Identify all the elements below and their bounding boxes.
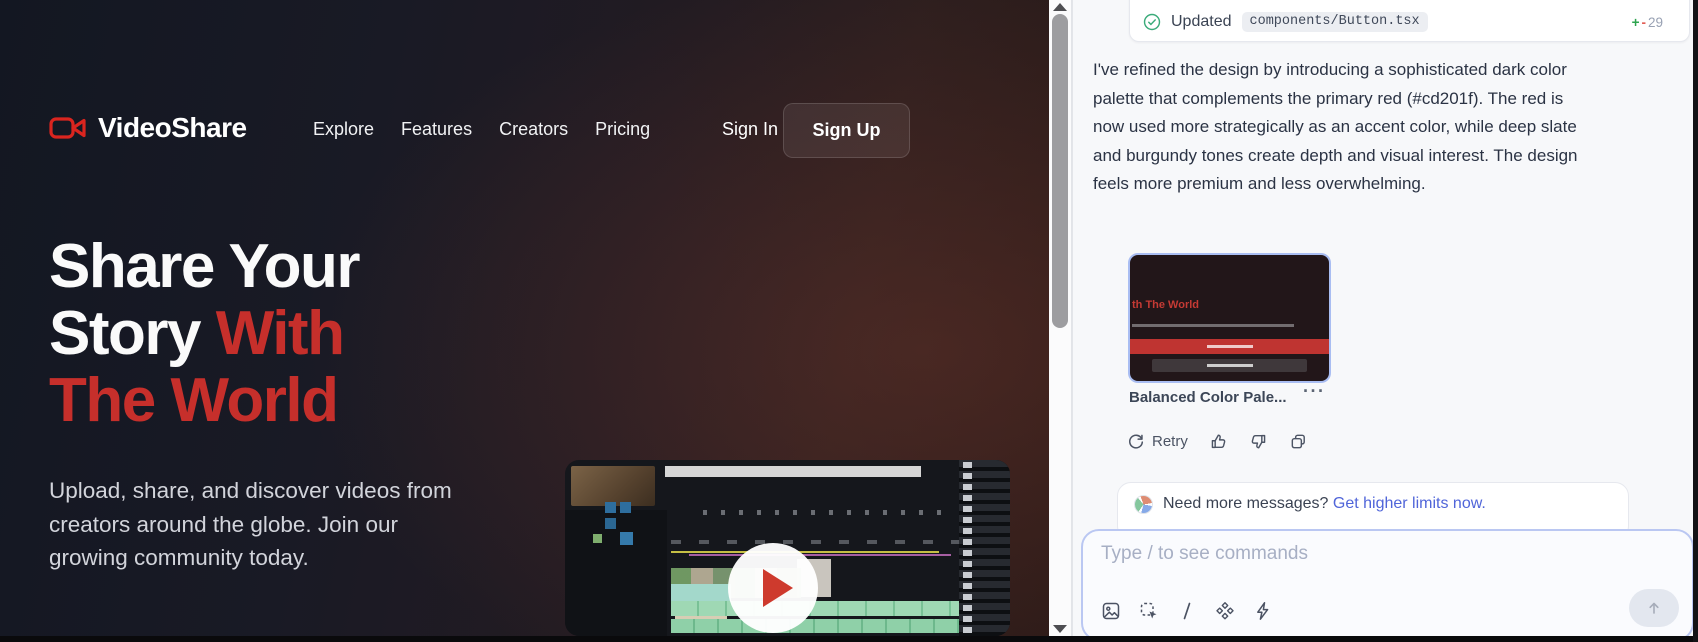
scroll-up-arrow[interactable] xyxy=(1053,3,1067,11)
hero-line-1: Share Your xyxy=(49,233,359,300)
integrations-button[interactable] xyxy=(1215,601,1235,621)
hero-video-preview[interactable] xyxy=(565,460,1010,636)
message-actions: Retry xyxy=(1127,432,1308,451)
nav-link-creators[interactable]: Creators xyxy=(499,119,568,140)
assistant-message: I've refined the design by introducing a… xyxy=(1093,56,1593,199)
scrollbar-thumb[interactable] xyxy=(1052,14,1068,328)
scroll-down-arrow[interactable] xyxy=(1053,625,1067,633)
sign-in-link[interactable]: Sign In xyxy=(722,119,778,140)
brand-pie-icon xyxy=(1134,495,1153,514)
thumbs-up-icon xyxy=(1209,432,1228,451)
sign-up-button[interactable]: Sign Up xyxy=(783,103,910,158)
site-navbar: VideoShare Explore Features Creators Pri… xyxy=(49,103,1009,159)
preview-scrollbar[interactable] xyxy=(1049,0,1072,636)
refresh-icon xyxy=(1127,433,1145,451)
artifact-thumb-heading: th The World xyxy=(1132,299,1199,311)
nav-link-explore[interactable]: Explore xyxy=(313,119,374,140)
editor-audio-track xyxy=(671,601,971,616)
slash-commands-button[interactable] xyxy=(1177,601,1197,621)
chat-input[interactable] xyxy=(1101,543,1521,565)
composer-toolbar xyxy=(1101,601,1273,621)
artifact-menu-button[interactable]: ··· xyxy=(1303,381,1325,402)
nav-link-pricing[interactable]: Pricing xyxy=(595,119,650,140)
editor-toolbar xyxy=(703,510,949,515)
diamonds-icon xyxy=(1215,601,1235,621)
attach-image-button[interactable] xyxy=(1101,601,1121,621)
diff-stat: + - 29 xyxy=(1632,15,1663,30)
editor-source-thumbnail xyxy=(571,466,655,506)
chat-panel: Updated components/Button.tsx + - 29 I'v… xyxy=(1072,0,1693,636)
diff-count: 29 xyxy=(1648,15,1663,30)
copy-icon xyxy=(1289,432,1308,451)
artifact-thumbnail[interactable]: th The World xyxy=(1128,253,1331,383)
thumbs-up-button[interactable] xyxy=(1209,432,1228,451)
copy-button[interactable] xyxy=(1289,432,1308,451)
check-circle-icon xyxy=(1143,13,1161,31)
select-element-button[interactable] xyxy=(1139,601,1159,621)
send-button[interactable] xyxy=(1629,589,1679,627)
limits-text: Need more messages? xyxy=(1163,495,1328,512)
tool-card-label: Updated xyxy=(1171,13,1232,31)
file-chip: components/Button.tsx xyxy=(1242,12,1428,32)
tool-update-card[interactable]: Updated components/Button.tsx + - 29 xyxy=(1129,0,1690,42)
slash-icon xyxy=(1177,601,1197,621)
window-right-edge xyxy=(1693,0,1698,642)
brand: VideoShare xyxy=(49,112,247,144)
editor-file-list xyxy=(959,460,1010,636)
thumbs-down-icon xyxy=(1249,432,1268,451)
hero-title: Share Your Story With The World xyxy=(49,233,359,434)
screen: VideoShare Explore Features Creators Pri… xyxy=(0,0,1698,642)
lightning-icon xyxy=(1253,601,1273,621)
brand-name: VideoShare xyxy=(98,112,247,144)
select-cursor-icon xyxy=(1139,601,1159,621)
retry-button[interactable]: Retry xyxy=(1127,433,1188,451)
play-button[interactable] xyxy=(728,543,818,633)
upgrade-link[interactable]: Get higher limits now. xyxy=(1333,495,1486,512)
editor-topbar xyxy=(665,466,921,477)
composer xyxy=(1081,529,1694,641)
window-bottom-edge xyxy=(0,636,1698,642)
quick-actions-button[interactable] xyxy=(1253,601,1273,621)
nav-link-features[interactable]: Features xyxy=(401,119,472,140)
website-preview: VideoShare Explore Features Creators Pri… xyxy=(0,0,1049,636)
thumbs-down-button[interactable] xyxy=(1249,432,1268,451)
hero-line-3: The World xyxy=(49,367,359,434)
image-icon xyxy=(1101,601,1121,621)
video-camera-icon xyxy=(49,115,87,141)
editor-timeline-ruler xyxy=(671,540,971,544)
arrow-up-icon xyxy=(1645,599,1663,617)
nav-links: Explore Features Creators Pricing xyxy=(313,119,650,140)
artifact-title: Balanced Color Pale... xyxy=(1129,389,1287,406)
hero-line-2: Story With xyxy=(49,300,359,367)
editor-left-panel xyxy=(565,510,667,636)
play-icon xyxy=(763,569,793,607)
hero-paragraph: Upload, share, and discover videos from … xyxy=(49,474,479,575)
